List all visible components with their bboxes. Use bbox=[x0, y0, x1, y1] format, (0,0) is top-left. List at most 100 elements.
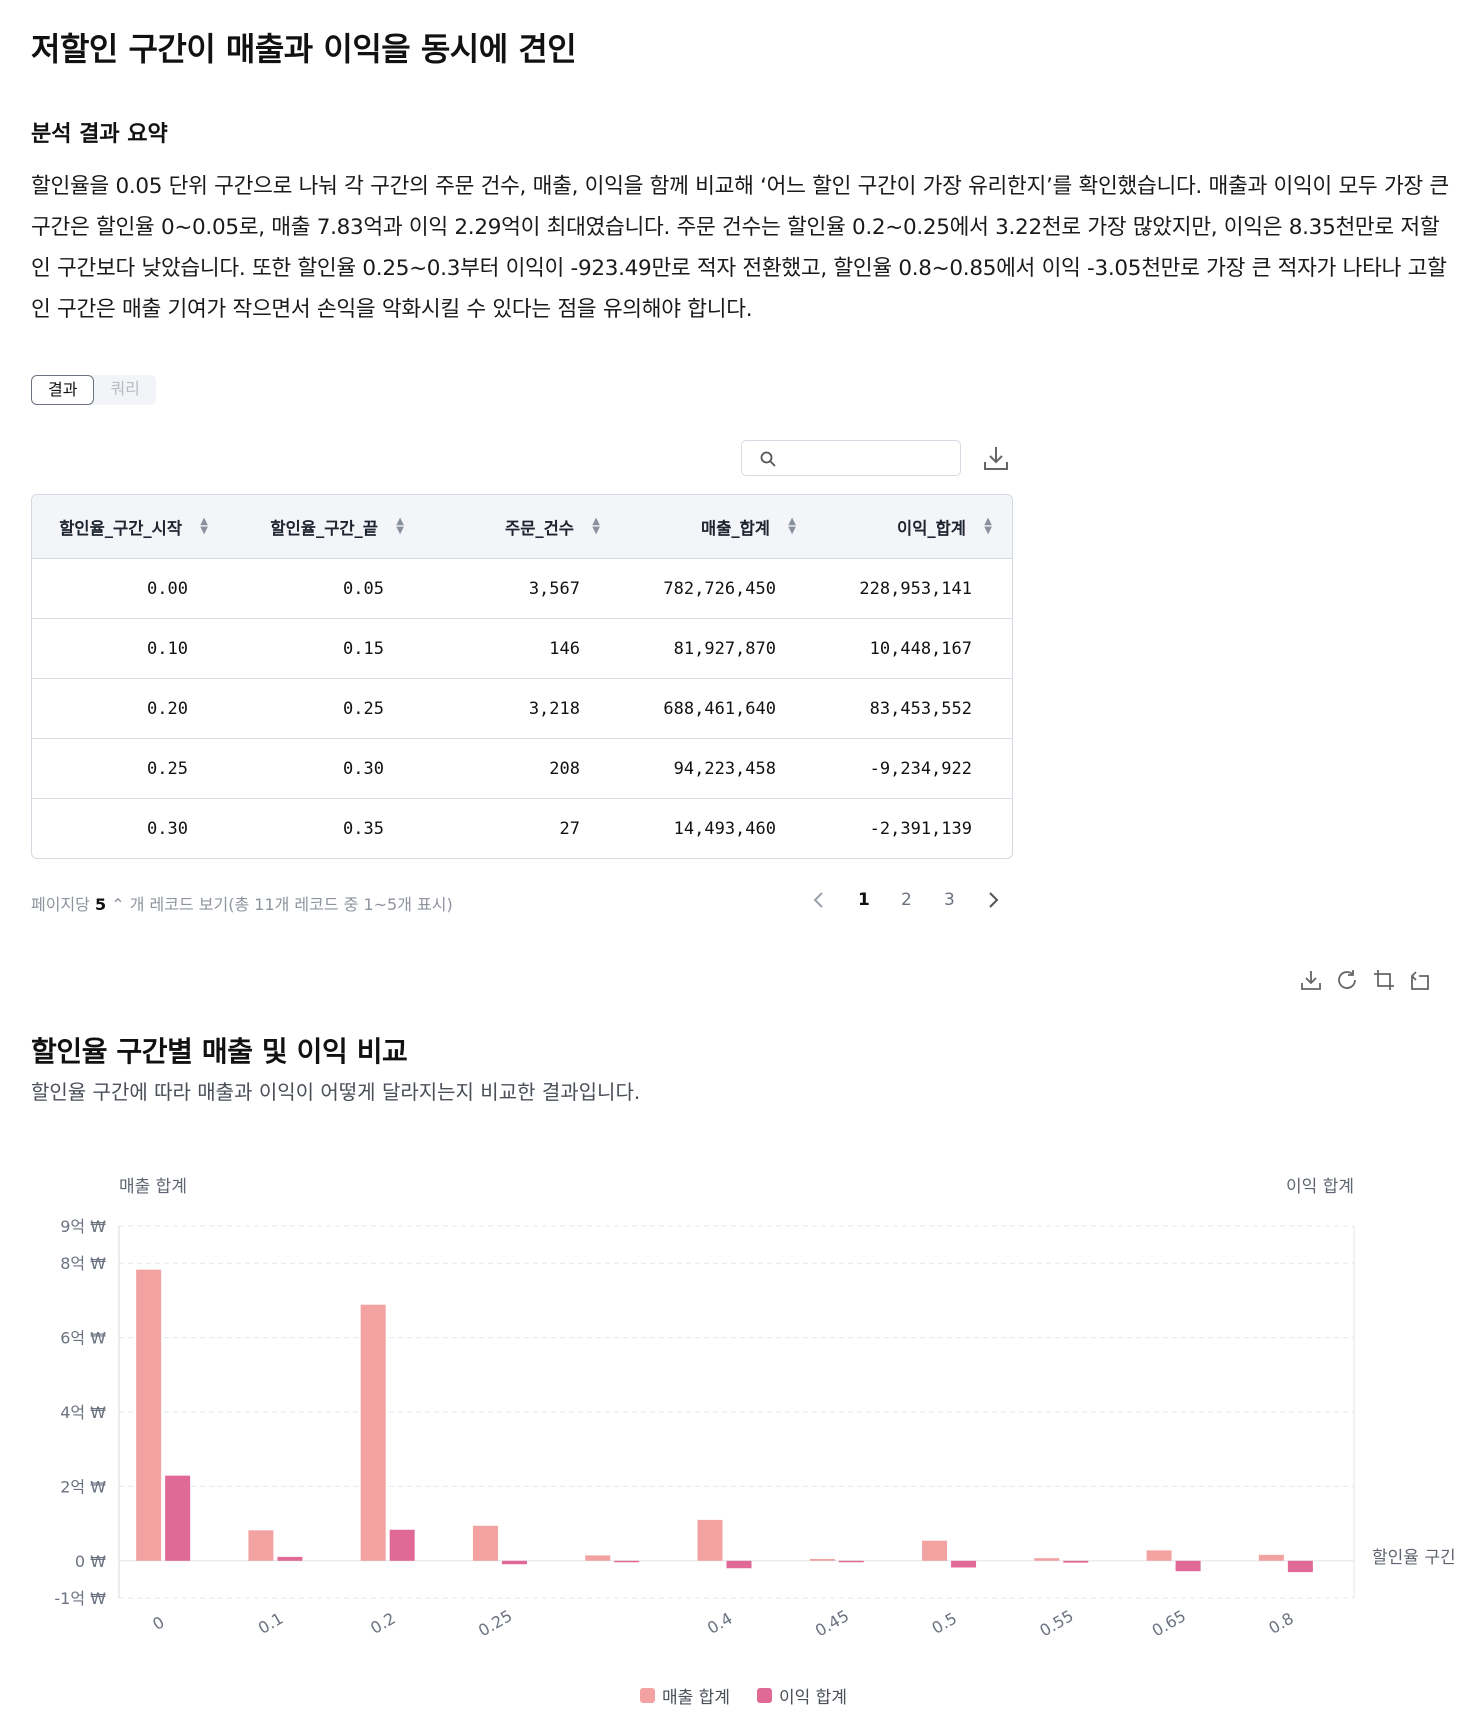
table-cell: 27 bbox=[559, 818, 580, 839]
x-tick-label: 0.5 bbox=[929, 1609, 961, 1638]
table-cell: 146 bbox=[424, 618, 620, 679]
y-axis-title: 매출 합계 bbox=[119, 1177, 187, 1197]
table-cell: 3,218 bbox=[424, 678, 620, 739]
page-title: 저할인 구간이 매출과 이익을 동시에 견인 bbox=[31, 30, 577, 68]
table-cell: 0.30 bbox=[228, 738, 424, 799]
chevron-up-icon[interactable]: ⌃ bbox=[111, 895, 124, 914]
table-cell: 10,448,167 bbox=[816, 618, 1012, 679]
table-cell: 228,953,141 bbox=[816, 558, 1012, 619]
chart-zoom-reset-button[interactable] bbox=[1408, 968, 1434, 994]
bar bbox=[165, 1475, 191, 1561]
column-header[interactable]: 이익_합계 ▲ ▼ bbox=[816, 495, 1012, 559]
result-table: 할인율_구간_시작 ▲ ▼ 할인율_구간_끝 ▲ ▼ 주문_건수 ▲ ▼ 매출_합계 ▲ ▼ 이… bbox=[31, 494, 1013, 859]
x-tick-label: 0.8 bbox=[1265, 1609, 1297, 1638]
x-tick-label: 0 bbox=[149, 1612, 167, 1634]
bar bbox=[726, 1560, 752, 1569]
search-icon bbox=[760, 451, 776, 467]
table-cell: 0.15 bbox=[228, 618, 424, 679]
table-cell: 81,927,870 bbox=[620, 618, 816, 679]
sort-icon[interactable]: ▲ ▼ bbox=[984, 517, 992, 536]
table-cell: -2,391,139 bbox=[869, 818, 972, 839]
download-icon bbox=[1301, 971, 1321, 990]
x-tick-label: 0.4 bbox=[704, 1609, 736, 1638]
bar bbox=[951, 1560, 977, 1568]
y-tick-label: 0 ₩ bbox=[75, 1552, 106, 1571]
table-row: 0.25 0.30 208 94,223,458 -9,234,922 bbox=[32, 738, 1012, 799]
download-csv-button[interactable] bbox=[982, 443, 1010, 473]
column-label: 매출_합계 bbox=[701, 518, 770, 538]
chart-refresh-button[interactable] bbox=[1335, 968, 1361, 994]
bar bbox=[697, 1519, 723, 1561]
table-cell: 0.30 bbox=[147, 818, 188, 839]
sort-icon[interactable]: ▲ ▼ bbox=[592, 517, 600, 536]
bar bbox=[1175, 1560, 1201, 1572]
bar bbox=[1063, 1560, 1089, 1563]
column-label: 주문_건수 bbox=[505, 518, 574, 538]
sort-icon[interactable]: ▲ ▼ bbox=[200, 517, 208, 536]
x-tick-label: 0.45 bbox=[812, 1606, 852, 1640]
bar bbox=[809, 1558, 835, 1561]
chart-title: 할인율 구간별 매출 및 이익 비교 bbox=[31, 1035, 408, 1068]
legend-label: 이익 합계 bbox=[779, 1688, 847, 1708]
legend-item-profit[interactable]: 이익 합계 bbox=[757, 1683, 847, 1708]
column-header[interactable]: 매출_합계 ▲ ▼ bbox=[620, 495, 816, 559]
bar bbox=[838, 1560, 864, 1563]
table-cell: 0.25 bbox=[228, 678, 424, 739]
x-tick-label: 0.65 bbox=[1149, 1606, 1189, 1640]
table-cell: 3,567 bbox=[424, 558, 620, 619]
table-cell: 83,453,552 bbox=[816, 678, 1012, 739]
page-size-select[interactable]: 5 bbox=[95, 895, 106, 914]
table-cell: 94,223,458 bbox=[620, 738, 816, 799]
tab-query[interactable]: 쿼리 bbox=[94, 375, 155, 403]
crop-icon bbox=[1374, 970, 1394, 990]
table-header-row: 할인율_구간_시작 ▲ ▼ 할인율_구간_끝 ▲ ▼ 주문_건수 ▲ ▼ 매출_합계 ▲ ▼ 이… bbox=[32, 495, 1012, 559]
column-header[interactable]: 할인율_구간_시작 ▲ ▼ bbox=[32, 495, 228, 559]
bar bbox=[1287, 1560, 1313, 1573]
refresh-icon bbox=[1338, 970, 1356, 989]
y-axis-title-right: 이익 합계 bbox=[1286, 1177, 1354, 1197]
table-cell: 0.20 bbox=[32, 678, 228, 739]
page-3-button[interactable]: 3 bbox=[944, 890, 955, 910]
bar bbox=[277, 1556, 303, 1561]
table-cell: -9,234,922 bbox=[816, 738, 1012, 799]
table-cell: 782,726,450 bbox=[620, 558, 816, 619]
bar bbox=[614, 1560, 640, 1563]
table-cell: 208 bbox=[424, 738, 620, 799]
tab-result[interactable]: 결과 bbox=[31, 375, 95, 405]
summary-text: 할인율을 0.05 단위 구간으로 나눠 각 구간의 주문 건수, 매출, 이익… bbox=[31, 174, 1449, 322]
sort-icon[interactable]: ▲ ▼ bbox=[788, 517, 796, 536]
legend-label: 매출 합계 bbox=[662, 1688, 730, 1708]
chart-download-button[interactable] bbox=[1299, 968, 1325, 994]
prev-page-button[interactable] bbox=[812, 890, 826, 915]
column-label: 이익_합계 bbox=[897, 518, 966, 538]
search-input[interactable] bbox=[786, 445, 956, 473]
bar bbox=[389, 1529, 415, 1561]
bar bbox=[1258, 1554, 1284, 1561]
page-size-prefix: 페이지당 bbox=[31, 895, 90, 914]
column-header[interactable]: 할인율_구간_끝 ▲ ▼ bbox=[228, 495, 424, 559]
legend-item-revenue[interactable]: 매출 합계 bbox=[640, 1683, 730, 1708]
bar-chart: 매출 합계 이익 합계할인율 구긴 9억 ₩ 8억 ₩ 6억 ₩ 4억 ₩ 2억 ₩ 0 ₩ -… bbox=[54, 1177, 1456, 1640]
x-tick-label: 0.2 bbox=[367, 1609, 399, 1638]
legend-swatch bbox=[757, 1688, 772, 1703]
table-cell: 14,493,460 bbox=[673, 818, 776, 839]
column-header[interactable]: 주문_건수 ▲ ▼ bbox=[424, 495, 620, 559]
page-1-button[interactable]: 1 bbox=[858, 890, 870, 910]
x-axis-title: 할인율 구긴 bbox=[1372, 1548, 1456, 1568]
column-label: 할인율_구간_시작 bbox=[59, 518, 182, 538]
bar bbox=[1146, 1550, 1172, 1561]
table-cell: 0.00 bbox=[32, 558, 228, 619]
page-size-suffix: 개 레코드 보기(총 11개 레코드 중 1~5개 표시) bbox=[129, 895, 453, 914]
chart-zoom-button[interactable] bbox=[1372, 968, 1398, 994]
next-page-button[interactable] bbox=[986, 890, 1000, 915]
sort-icon[interactable]: ▲ ▼ bbox=[396, 517, 404, 536]
page-2-button[interactable]: 2 bbox=[901, 890, 912, 910]
summary-heading: 분석 결과 요약 bbox=[31, 122, 168, 147]
chevron-right-icon bbox=[989, 892, 999, 908]
bar bbox=[360, 1304, 386, 1561]
table-cell: 0.35 bbox=[343, 818, 384, 839]
table-row: 0.10 0.15 146 81,927,870 10,448,167 bbox=[32, 618, 1012, 679]
chevron-left-icon bbox=[813, 892, 823, 908]
result-query-tabs: 결과 쿼리 bbox=[31, 375, 156, 405]
legend-swatch bbox=[640, 1688, 655, 1703]
